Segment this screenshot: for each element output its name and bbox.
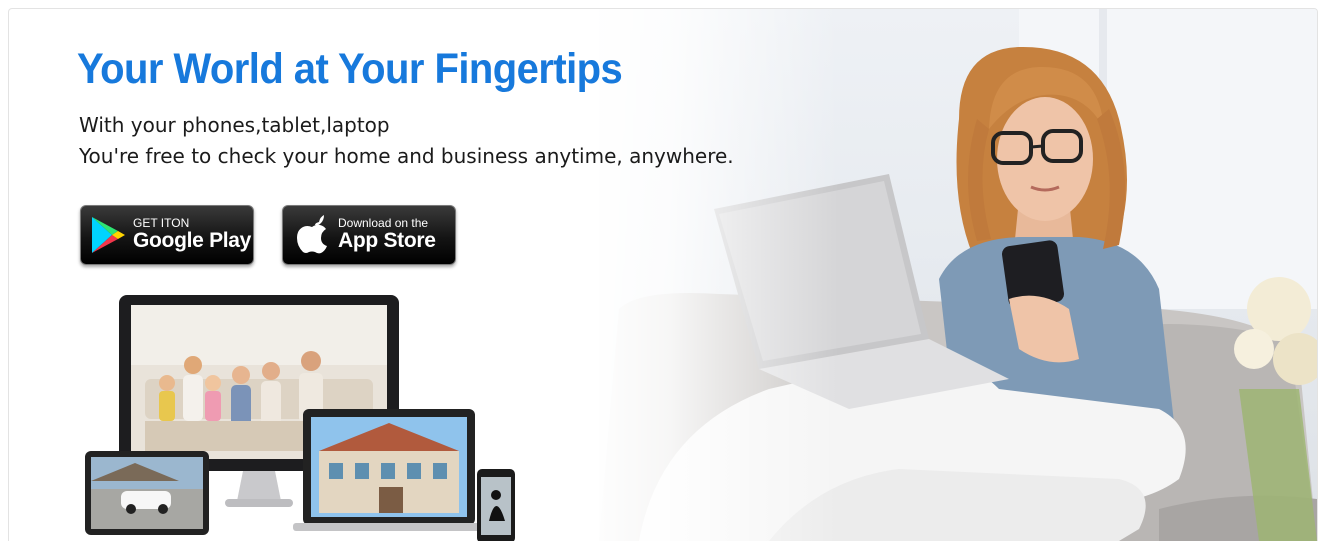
app-store-label: App Store [338,229,436,252]
app-store-small-label: Download on the [338,216,429,230]
devices-illustration [85,295,515,541]
subtitle-line-1: With your phones,tablet,laptop [79,113,390,137]
page-title: Your World at Your Fingertips [77,45,623,93]
google-play-button[interactable]: GET ITON Google Play [80,205,254,265]
google-play-small-label: GET ITON [133,216,190,230]
apple-icon [297,215,327,254]
google-play-label: Google Play [133,229,252,252]
app-store-button[interactable]: Download on the App Store [282,205,456,265]
hero-banner: Your World at Your Fingertips With your … [8,8,1318,541]
google-play-icon [92,217,125,253]
subtitle-line-2: You're free to check your home and busin… [79,144,734,168]
